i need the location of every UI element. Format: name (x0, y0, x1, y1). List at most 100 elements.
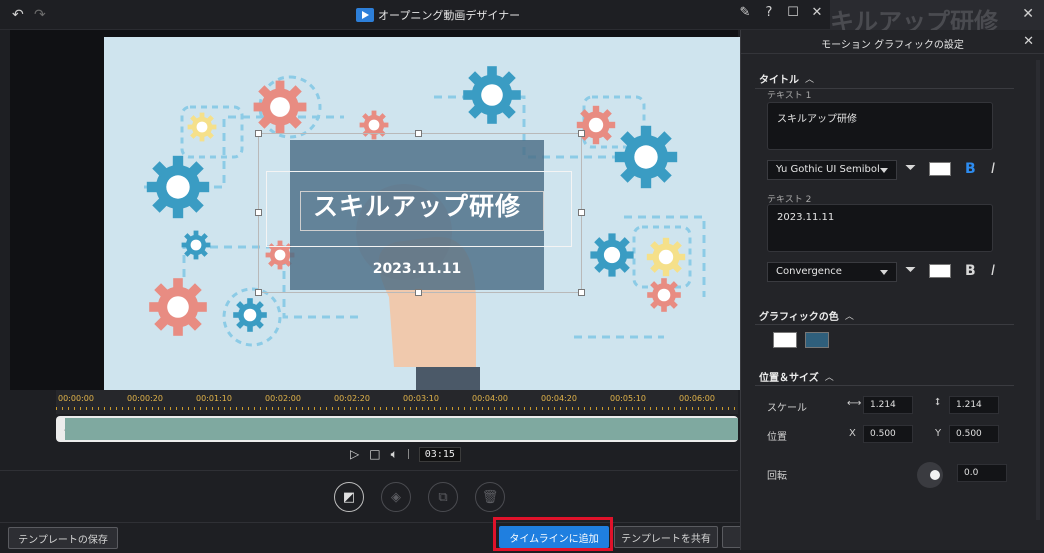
position-size-section-header[interactable]: 位置＆サイズ ︿ (759, 369, 834, 384)
timeline-track[interactable]: 〈 (56, 416, 738, 442)
preview-canvas[interactable]: スキルアップ研修 2023.11.11 (104, 37, 740, 390)
scale-width-input[interactable]: 1.214 (863, 396, 913, 414)
resize-handle[interactable] (255, 130, 262, 137)
text1-color-swatch[interactable] (929, 162, 951, 176)
filter-icon[interactable]: ⏷ (905, 160, 916, 176)
font-name: Convergence (776, 266, 842, 277)
text1-label: テキスト 1 (767, 91, 812, 101)
text1-input[interactable]: スキルアップ研修 (767, 102, 993, 150)
app-title: オープニング動画デザイナー (356, 7, 520, 23)
duplicate-icon[interactable]: ⧉ (428, 482, 458, 512)
chevron-up-icon: ︿ (844, 312, 854, 322)
motion-graphics-panel: モーション グラフィックの設定 ✕ タイトル ︿ テキスト 1 スキルアップ研修… (740, 30, 1044, 550)
undo-icon[interactable]: ↶ (12, 7, 24, 23)
title-section-header[interactable]: タイトル ︿ (759, 71, 814, 86)
volume-icon[interactable]: 🔈︎ (391, 447, 398, 462)
ruler-tick: 00:06:00 (679, 394, 715, 403)
resize-handle[interactable] (578, 209, 585, 216)
height-icon: ⭥ (935, 397, 941, 408)
redo-icon[interactable]: ↷ (34, 7, 46, 23)
section-label: グラフィックの色 (759, 312, 839, 323)
resize-handle[interactable] (415, 130, 422, 137)
rotation-label: 回転 (767, 471, 787, 482)
chevron-down-icon (880, 168, 888, 173)
trash-icon[interactable]: 🗑︎ (475, 482, 505, 512)
y-label: Y (935, 428, 942, 439)
background-title: キルアップ研修 (830, 8, 998, 30)
italic-button[interactable]: I (991, 263, 995, 279)
help-icon[interactable]: ? (762, 5, 776, 20)
text2-input[interactable]: 2023.11.11 (767, 204, 993, 252)
ruler-tick: 00:00:20 (127, 394, 163, 403)
background-close-icon: ✕ (1022, 6, 1034, 22)
bold-button[interactable]: B (965, 161, 976, 177)
ruler-tick: 00:05:10 (610, 394, 646, 403)
ruler-tick: 00:04:00 (472, 394, 508, 403)
background-window: キルアップ研修 ✕ (830, 0, 1044, 30)
ruler-tick: 00:03:10 (403, 394, 439, 403)
divider (755, 324, 1014, 325)
paint-bucket-icon[interactable]: ◩ (334, 482, 364, 512)
section-label: 位置＆サイズ (759, 373, 819, 384)
maximize-icon[interactable]: ☐ (786, 5, 800, 20)
section-label: タイトル (759, 75, 799, 86)
close-icon[interactable]: ✕ (1023, 34, 1034, 49)
ruler-tick: 00:02:00 (265, 394, 301, 403)
title-bar: ↶ ↷ オープニング動画デザイナー ✎ ? ☐ ✕ (0, 0, 830, 30)
chevron-down-icon (880, 270, 888, 275)
position-x-input[interactable]: 0.500 (863, 425, 913, 443)
preview-title-text[interactable]: スキルアップ研修 (290, 187, 544, 223)
text2-color-swatch[interactable] (929, 264, 951, 278)
resize-handle[interactable] (578, 130, 585, 137)
window-controls: ✎ ? ☐ ✕ (738, 5, 824, 20)
width-icon: ⟷ (847, 398, 862, 409)
graphic-color-swatch-2[interactable] (805, 332, 829, 348)
timeline-clip[interactable] (65, 418, 738, 440)
preview-date-text[interactable]: 2023.11.11 (290, 261, 544, 277)
play-icon[interactable]: ▷ (350, 447, 359, 461)
text2-font-select[interactable]: Convergence (767, 262, 897, 282)
chevron-up-icon: ︿ (805, 75, 815, 85)
position-y-input[interactable]: 0.500 (949, 425, 999, 443)
object-toolbar: ◩ ◈ ⧉ 🗑︎ (0, 470, 738, 522)
resize-handle[interactable] (255, 209, 262, 216)
resize-handle[interactable] (415, 289, 422, 296)
ruler-tick: 00:04:20 (541, 394, 577, 403)
font-name: Yu Gothic UI Semibol (776, 164, 880, 175)
scale-height-input[interactable]: 1.214 (949, 396, 999, 414)
panel-scrollbar[interactable] (1036, 60, 1040, 520)
chevron-up-icon: ︿ (824, 373, 834, 383)
text1-font-select[interactable]: Yu Gothic UI Semibol (767, 160, 897, 180)
ruler-tick: 00:00:00 (58, 394, 94, 403)
share-template-button[interactable]: テンプレートを共有 (614, 526, 718, 548)
edit-icon[interactable]: ✎ (738, 5, 752, 20)
bold-button[interactable]: B (965, 263, 976, 279)
layers-icon[interactable]: ◈ (381, 482, 411, 512)
resize-handle[interactable] (255, 289, 262, 296)
stop-icon[interactable]: □ (369, 447, 380, 461)
ruler-tick: 00:02:20 (334, 394, 370, 403)
italic-button[interactable]: I (991, 161, 995, 177)
close-icon[interactable]: ✕ (810, 5, 824, 20)
timeline-ruler[interactable]: 00:00:00 00:00:20 00:01:10 00:02:00 00:0… (56, 390, 738, 414)
save-template-button[interactable]: テンプレートの保存 (8, 527, 118, 549)
divider (407, 449, 409, 459)
rotation-slider-knob[interactable] (917, 462, 943, 488)
ruler-ticks (56, 407, 738, 410)
rotation-input[interactable]: 0.0 (957, 464, 1007, 482)
x-label: X (849, 428, 856, 439)
graphic-color-section-header[interactable]: グラフィックの色 ︿ (759, 308, 854, 323)
graphic-color-swatch-1[interactable] (773, 332, 797, 348)
panel-header: モーション グラフィックの設定 ✕ (741, 30, 1044, 54)
timecode-display: 03:15 (418, 446, 461, 462)
filter-icon[interactable]: ⏷ (905, 262, 916, 278)
scale-label: スケール (767, 403, 807, 414)
divider (755, 385, 1014, 386)
playback-controls: ▷ □ 🔈︎ 03:15 (350, 446, 461, 462)
partial-button[interactable] (722, 526, 742, 548)
resize-handle[interactable] (578, 289, 585, 296)
panel-title: モーション グラフィックの設定 (821, 40, 964, 51)
position-label: 位置 (767, 432, 787, 443)
app-title-text: オープニング動画デザイナー (378, 9, 521, 22)
highlight-box (493, 517, 613, 551)
